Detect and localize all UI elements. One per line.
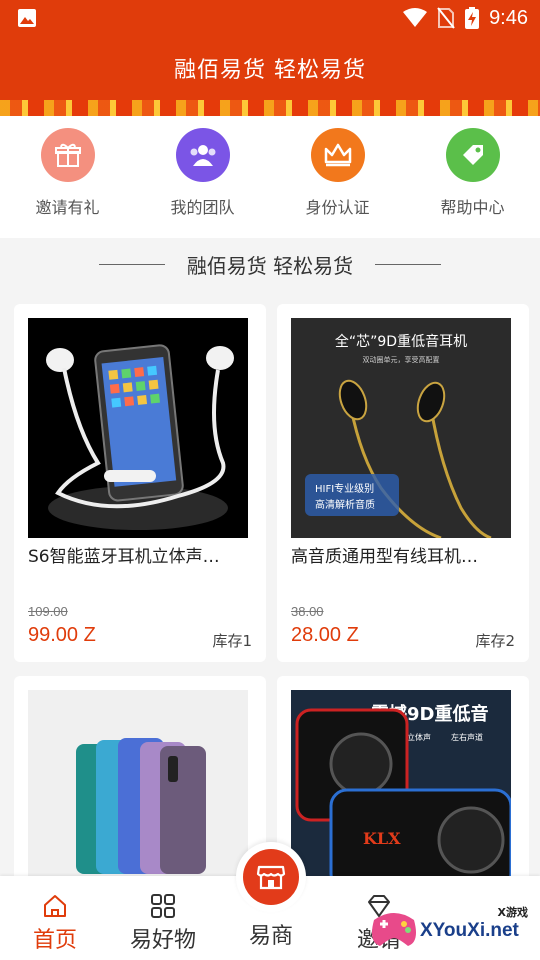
divider-left — [98, 263, 165, 265]
page-title: 融佰易货 轻松易货 — [174, 58, 366, 83]
quick-nav-label: 邀请有礼 — [35, 198, 100, 217]
product-image — [28, 690, 248, 896]
crown-icon — [310, 128, 365, 182]
image-subline-right: 左右声道 — [451, 732, 483, 742]
tab-goods[interactable]: 易好物 — [108, 876, 218, 960]
product-image: 全“芯”9D重低音耳机 双动圈单元，享受高配置 HIFI专业级别 高清解析音质 — [291, 318, 511, 538]
quick-nav-invite[interactable]: 邀请有礼 — [0, 116, 135, 238]
product-card[interactable] — [14, 676, 266, 896]
quick-nav-verify[interactable]: 身份认证 — [270, 116, 405, 238]
image-subline: 双动圈单元，享受高配置 — [363, 355, 440, 364]
watermark: X游戏 XYouXi.net — [368, 896, 540, 956]
product-price: 99.00 Z — [28, 624, 96, 646]
battery-charging-icon — [465, 7, 480, 29]
quick-nav-label: 身份认证 — [305, 198, 370, 217]
tab-shop-button[interactable] — [236, 842, 306, 912]
quick-nav-team[interactable]: 我的团队 — [135, 116, 270, 238]
gift-icon — [40, 128, 95, 182]
product-original-price: 109.00 — [28, 604, 68, 619]
tab-home[interactable]: 首页 — [0, 876, 110, 960]
product-image — [28, 318, 248, 538]
status-time: 9:46 — [489, 6, 528, 29]
app-header: 9:46 融佰易货 轻松易货 — [0, 0, 540, 116]
tab-label: 易好物 — [129, 928, 196, 953]
product-card[interactable]: 全“芯”9D重低音耳机 双动圈单元，享受高配置 HIFI专业级别 高清解析音质 … — [277, 304, 529, 662]
quick-nav-label: 帮助中心 — [440, 198, 505, 217]
header-stripe — [0, 100, 540, 116]
tag-icon — [445, 128, 500, 182]
no-sim-icon — [437, 7, 455, 29]
product-stock: 库存2 — [475, 632, 515, 650]
quick-nav-label: 我的团队 — [170, 198, 235, 217]
wifi-icon — [403, 8, 428, 27]
quick-nav: 邀请有礼 我的团队 身份认证 帮助中心 — [0, 116, 540, 238]
section-title: 融佰易货 轻松易货 — [186, 253, 354, 278]
product-name: 高音质通用型有线耳机… — [291, 547, 478, 567]
quick-nav-help[interactable]: 帮助中心 — [405, 116, 540, 238]
divider-right — [375, 263, 442, 265]
product-card[interactable]: 震撼9D重低音 环绕立体声 左右声道 KLX — [277, 676, 529, 896]
image-brand: KLX — [363, 829, 401, 848]
image-headline: 全“芯”9D重低音耳机 — [335, 333, 467, 350]
product-image: 震撼9D重低音 环绕立体声 左右声道 KLX — [291, 690, 511, 896]
image-badge-bottom: 高清解析音质 — [315, 498, 375, 511]
image-badge-top: HIFI专业级别 — [315, 482, 374, 495]
tab-label: 首页 — [32, 928, 77, 953]
home-icon — [44, 895, 66, 917]
grid-icon — [151, 894, 175, 918]
product-name: S6智能蓝牙耳机立体声… — [28, 547, 220, 567]
product-stock: 库存1 — [212, 632, 252, 650]
product-original-price: 38.00 — [291, 604, 324, 619]
shop-icon — [243, 849, 299, 905]
tab-label: 易商 — [248, 924, 293, 949]
product-card[interactable]: S6智能蓝牙耳机立体声… 109.00 99.00 Z 库存1 — [14, 304, 266, 662]
product-price: 28.00 Z — [291, 624, 359, 646]
gamepad-logo-icon — [372, 913, 416, 946]
watermark-brand-text: XYouXi.net — [420, 920, 519, 941]
status-bar: 9:46 — [0, 0, 540, 36]
watermark-small-text: X游戏 — [497, 906, 528, 919]
section-heading: 融佰易货 轻松易货 — [0, 242, 540, 286]
team-icon — [175, 128, 230, 182]
gallery-icon — [18, 9, 36, 27]
